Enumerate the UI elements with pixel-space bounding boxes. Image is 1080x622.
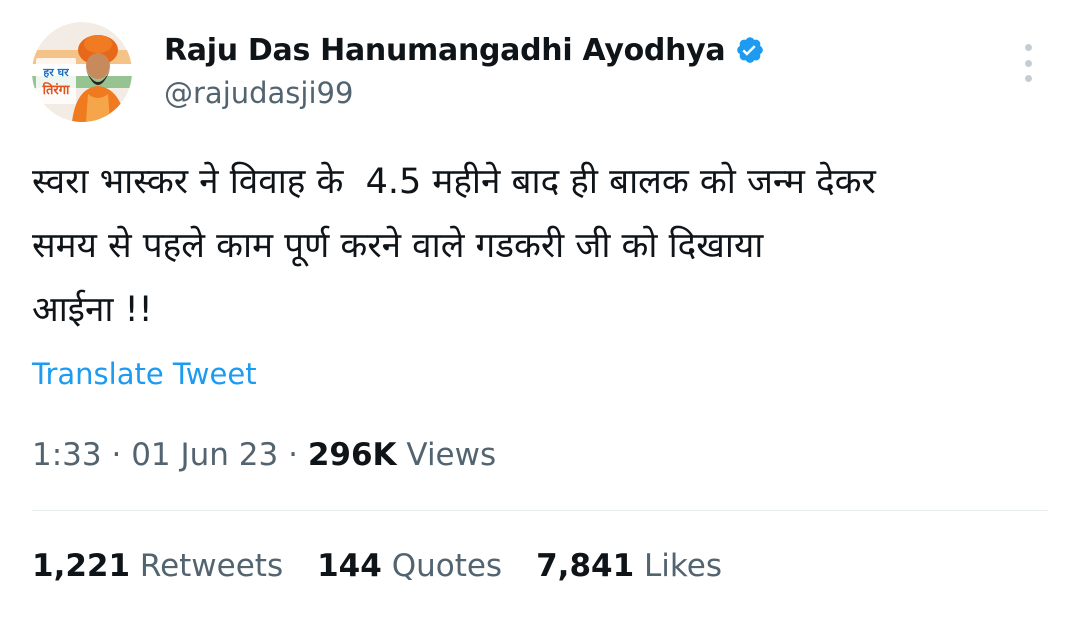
quotes-count: 144 [317,548,382,584]
retweets-count: 1,221 [32,548,131,584]
avatar-banner-text-1: हर घर [42,66,69,79]
views-label: Views [406,437,497,473]
more-dot [1024,75,1032,82]
verified-badge-icon[interactable] [735,35,765,65]
tweet-card: हर घर तिरंगा Raju Das Hanumangadhi Ayodh… [0,0,1080,622]
tweet-meta: 1:33 · 01 Jun 23 · 296K Views [32,437,496,473]
more-dot [1024,59,1032,67]
tweet-text: स्वरा भास्कर ने विवाह के 4.5 महीने बाद ह… [32,162,876,330]
retweets-label: Retweets [139,548,284,584]
avatar[interactable]: हर घर तिरंगा [32,22,132,122]
translate-tweet-link[interactable]: Translate Tweet [32,357,257,391]
quotes-stat[interactable]: 144 Quotes [317,548,502,584]
views-count: 296K [307,437,397,473]
meta-separator: · [111,437,122,473]
likes-stat[interactable]: 7,841 Likes [536,548,722,584]
author-handle[interactable]: @rajudasji99 [164,76,353,110]
avatar-image: हर घर तिरंगा [32,22,132,122]
author-name-row: Raju Das Hanumangadhi Ayodhya [164,28,765,72]
quotes-label: Quotes [391,548,503,584]
tweet-date[interactable]: 01 Jun 23 [131,437,278,473]
more-options-icon[interactable] [1010,44,1046,82]
meta-separator: · [288,437,298,473]
divider [32,510,1048,511]
avatar-banner-text-2: तिरंगा [42,82,70,98]
engagement-stats: 1,221 Retweets 144 Quotes 7,841 Likes [32,548,722,584]
likes-label: Likes [644,548,722,584]
retweets-stat[interactable]: 1,221 Retweets [32,548,283,584]
tweet-time[interactable]: 1:33 [32,437,102,473]
likes-count: 7,841 [536,548,635,584]
author-display-name[interactable]: Raju Das Hanumangadhi Ayodhya [164,33,726,68]
more-dot [1024,44,1032,51]
